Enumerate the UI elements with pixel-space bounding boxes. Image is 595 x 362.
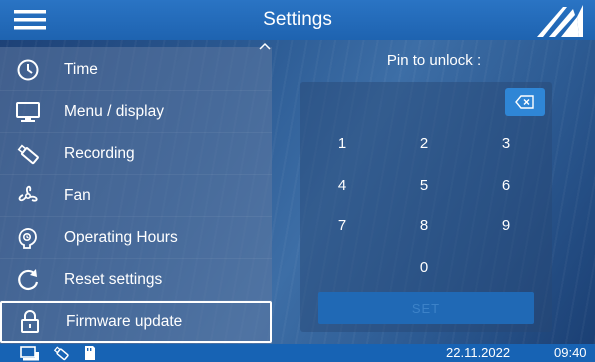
- usb-status-icon: [53, 345, 69, 361]
- menu-item-firmware-update[interactable]: Firmware update: [0, 301, 272, 343]
- key-8[interactable]: 8: [394, 210, 454, 240]
- key-9[interactable]: 9: [476, 210, 536, 240]
- key-5[interactable]: 5: [394, 170, 454, 200]
- status-time: 09:40: [554, 345, 587, 360]
- key-6[interactable]: 6: [476, 170, 536, 200]
- set-button[interactable]: SET: [318, 292, 534, 324]
- menu-item-label: Menu / display: [64, 102, 164, 120]
- menu-item-label: Fan: [64, 186, 91, 204]
- status-date: 22.11.2022: [446, 345, 511, 360]
- monitor-icon: [14, 98, 42, 126]
- backspace-icon: [515, 95, 534, 109]
- menu-item-reset-settings[interactable]: Reset settings: [0, 259, 272, 301]
- status-bar: 22.11.2022 09:40: [0, 344, 595, 362]
- pin-prompt-label: Pin to unlock :: [386, 52, 482, 69]
- usb-stick-icon: [14, 140, 42, 168]
- hamburger-menu-button[interactable]: [0, 0, 60, 40]
- menu-item-label: Time: [64, 60, 98, 78]
- key-7[interactable]: 7: [312, 210, 372, 240]
- lock-icon: [16, 308, 44, 336]
- brand-logo-icon: [537, 5, 583, 37]
- sd-card-icon: [84, 345, 96, 361]
- header-bar: Settings: [0, 0, 595, 40]
- key-1[interactable]: 1: [312, 128, 372, 158]
- key-2[interactable]: 2: [394, 128, 454, 158]
- backspace-button[interactable]: [505, 88, 545, 116]
- menu-item-label: Reset settings: [64, 270, 163, 288]
- hours-counter-icon: [14, 224, 42, 252]
- reset-icon: [14, 266, 42, 294]
- menu-item-label: Firmware update: [66, 313, 183, 330]
- menu-item-time[interactable]: Time: [0, 49, 272, 91]
- menu-item-operating-hours[interactable]: Operating Hours: [0, 217, 272, 259]
- key-3[interactable]: 3: [476, 128, 536, 158]
- menu-item-label: Operating Hours: [64, 228, 178, 246]
- menu-item-fan[interactable]: Fan: [0, 175, 272, 217]
- key-4[interactable]: 4: [312, 170, 372, 200]
- clock-icon: [14, 56, 42, 84]
- menu-item-menu-display[interactable]: Menu / display: [0, 91, 272, 133]
- hamburger-menu-icon: [14, 10, 46, 30]
- key-0[interactable]: 0: [394, 252, 454, 282]
- settings-screen: Settings Time Menu / display Recording F…: [0, 0, 595, 362]
- page-title: Settings: [263, 9, 332, 30]
- menu-item-label: Recording: [64, 144, 135, 162]
- menu-item-recording[interactable]: Recording: [0, 133, 272, 175]
- fan-icon: [14, 182, 42, 210]
- monitor-status-icon: [20, 345, 40, 361]
